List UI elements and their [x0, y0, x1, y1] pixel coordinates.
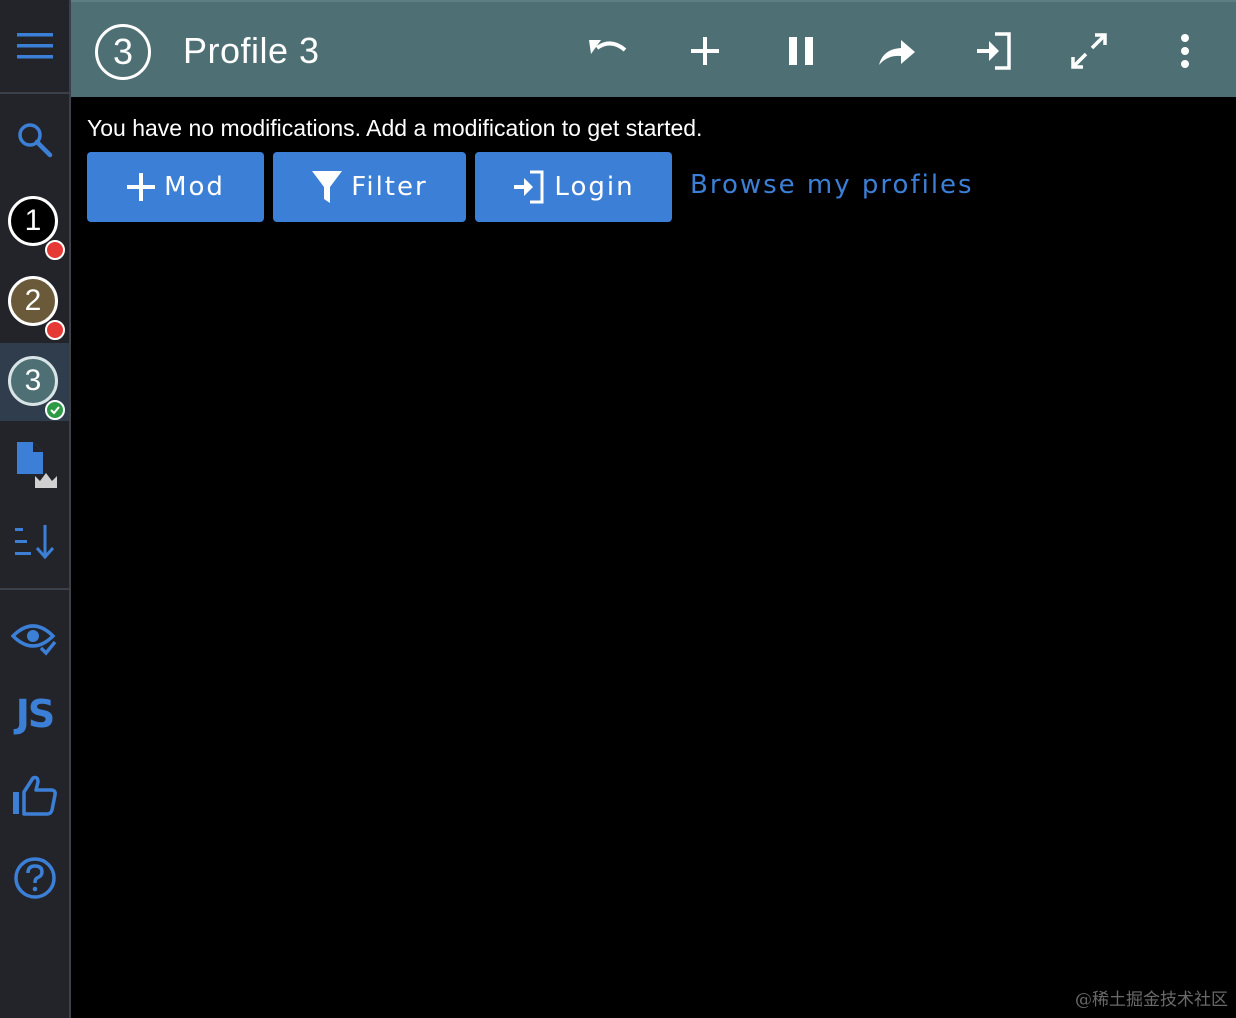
file-crown-icon	[16, 442, 57, 488]
check-icon	[50, 406, 60, 415]
sidebar-divider-2	[0, 588, 69, 590]
js-icon: JS	[15, 692, 55, 736]
eye-check-icon	[10, 624, 56, 656]
eye-check-button[interactable]	[0, 610, 69, 666]
filter-icon	[312, 171, 343, 203]
login-icon	[514, 170, 544, 204]
help-icon	[13, 857, 56, 899]
fullscreen-button[interactable]	[1066, 28, 1112, 74]
profile-2-button[interactable]: 2	[8, 276, 58, 326]
plus-icon	[691, 37, 719, 65]
add-mod-button[interactable]: Mod	[87, 152, 264, 222]
login-header-button[interactable]	[970, 28, 1016, 74]
search-icon	[17, 123, 52, 158]
menu-button[interactable]	[0, 18, 69, 74]
menu-icon	[16, 33, 53, 59]
pause-button[interactable]	[778, 28, 824, 74]
plus-icon	[127, 173, 156, 201]
profile-3-button[interactable]: 3	[8, 356, 58, 406]
thumbs-up-icon	[12, 775, 57, 816]
more-button[interactable]	[1162, 28, 1208, 74]
login-button[interactable]: Login	[475, 152, 672, 222]
undo-icon	[589, 40, 627, 54]
add-button[interactable]	[682, 28, 728, 74]
watermark: @稀土掘金技术社区	[1075, 990, 1228, 1010]
sidebar: 1 2 3 JS	[0, 0, 71, 1018]
browse-profiles-link[interactable]: Browse my profiles	[690, 170, 974, 200]
profile-1-number: 1	[24, 204, 42, 237]
file-crown-button[interactable]	[0, 436, 69, 492]
thumbs-up-button[interactable]	[0, 768, 69, 824]
app-window: 1 2 3 JS 3 Profile 3 You have no modific…	[0, 0, 1236, 1018]
login-label: Login	[554, 172, 635, 202]
sidebar-divider	[0, 92, 69, 94]
profile-1-button[interactable]: 1	[8, 196, 58, 246]
profile-title[interactable]: Profile 3	[183, 30, 320, 72]
search-button[interactable]	[0, 112, 69, 168]
undo-button[interactable]	[586, 28, 632, 74]
profile-2-error-badge	[45, 320, 65, 340]
sort-button[interactable]	[0, 514, 69, 570]
profile-header: 3 Profile 3	[71, 0, 1236, 97]
share-button[interactable]	[874, 28, 920, 74]
help-button[interactable]	[0, 850, 69, 906]
sort-icon	[14, 525, 54, 560]
empty-state-message: You have no modifications. Add a modific…	[87, 115, 703, 141]
filter-button[interactable]: Filter	[273, 152, 466, 222]
share-icon	[879, 40, 915, 65]
js-button[interactable]: JS	[0, 686, 69, 742]
filter-label: Filter	[351, 172, 428, 202]
login-icon	[977, 32, 1011, 70]
pause-icon	[789, 37, 813, 65]
expand-icon	[1071, 33, 1107, 69]
profile-1-error-badge	[45, 240, 65, 260]
more-vertical-icon	[1181, 34, 1189, 68]
header-profile-number: 3	[112, 31, 134, 72]
header-profile-badge: 3	[95, 24, 151, 80]
add-mod-label: Mod	[164, 172, 225, 202]
profile-3-active-badge	[45, 400, 65, 420]
profile-3-number: 3	[24, 364, 42, 397]
profile-2-number: 2	[24, 284, 42, 317]
